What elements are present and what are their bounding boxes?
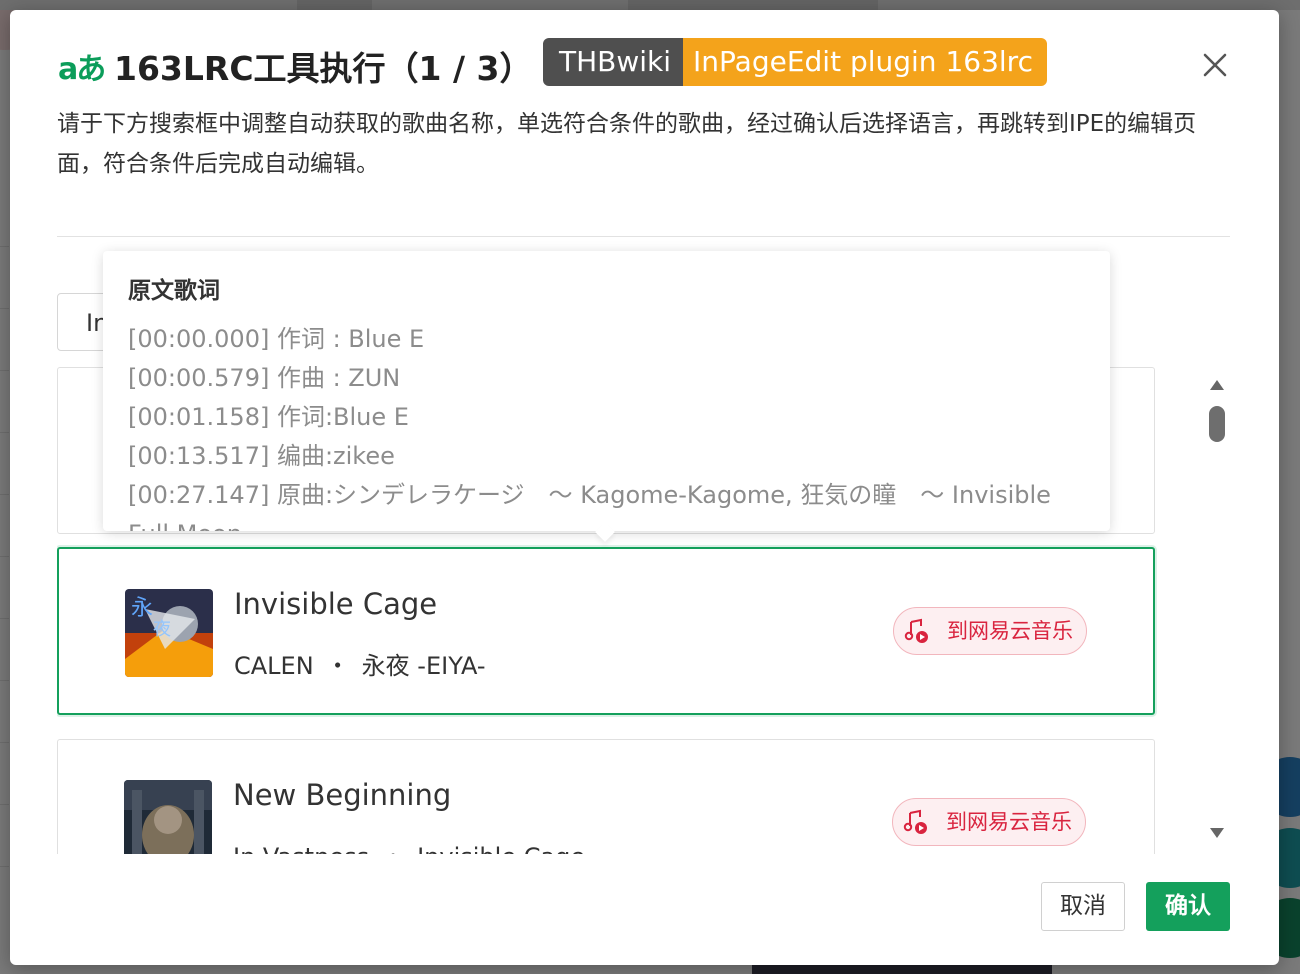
- album-cover: 永 夜: [125, 589, 213, 677]
- badge-site: THBwiki: [543, 38, 684, 86]
- lyrics-line: [00:00.579] 作曲 : ZUN: [128, 364, 401, 392]
- plugin-badge: THBwiki InPageEdit plugin 163lrc: [543, 38, 1047, 86]
- open-netease-button[interactable]: 到网易云音乐: [893, 607, 1087, 655]
- song-meta: In Vastness ・ Invisible Cage: [233, 837, 585, 854]
- divider: [57, 236, 1230, 237]
- lyrics-line: [00:00.000] 作词 : Blue E: [128, 325, 425, 353]
- dialog-title: 163LRC工具执行（1 / 3）: [114, 49, 533, 88]
- song-title: New Beginning: [233, 778, 452, 812]
- meta-separator: ・: [381, 843, 405, 854]
- scrollbar-thumb[interactable]: [1209, 406, 1225, 442]
- song-album: Invisible Cage: [417, 843, 585, 854]
- lrc-tool-dialog: aあ 163LRC工具执行（1 / 3） THBwiki InPageEdit …: [10, 10, 1279, 965]
- cancel-button[interactable]: 取消: [1041, 882, 1125, 931]
- confirm-button[interactable]: 确认: [1146, 882, 1230, 931]
- song-album: 永夜 -EIYA-: [361, 652, 486, 680]
- lyrics-lines: [00:00.000] 作词 : Blue E [00:00.579] 作曲 :…: [128, 320, 1088, 531]
- dialog-description: 请于下方搜索框中调整自动获取的歌曲名称，单选符合条件的歌曲，经过确认后选择语言，…: [57, 111, 1197, 177]
- song-artist: CALEN: [234, 652, 314, 680]
- song-title: Invisible Cage: [234, 587, 438, 621]
- close-icon: [1203, 53, 1227, 77]
- netease-link-label: 到网易云音乐: [946, 810, 1072, 834]
- open-netease-button[interactable]: 到网易云音乐: [892, 798, 1086, 846]
- lyrics-popover: 原文歌词 [00:00.000] 作词 : Blue E [00:00.579]…: [103, 251, 1110, 542]
- popover-title: 原文歌词: [128, 278, 220, 304]
- lyrics-line: [00:01.158] 作词:Blue E: [128, 403, 409, 431]
- badge-plugin: InPageEdit plugin 163lrc: [683, 38, 1047, 86]
- song-meta: CALEN ・永夜 -EIYA-: [234, 646, 486, 681]
- lyrics-line: [00:13.517] 编曲:zikee: [128, 442, 395, 470]
- scroll-up-arrow-icon[interactable]: [1208, 378, 1226, 392]
- album-cover: [124, 780, 212, 854]
- svg-text:永: 永: [131, 596, 153, 621]
- close-button[interactable]: [1198, 48, 1232, 82]
- netease-link-label: 到网易云音乐: [947, 619, 1073, 643]
- music-note-icon: [904, 618, 928, 643]
- lyrics-line: [00:27.147] 原曲:シンデレラケージ ～ Kagome-Kagome,…: [128, 481, 1051, 531]
- svg-text:夜: 夜: [153, 619, 171, 640]
- music-note-icon: [903, 809, 927, 834]
- song-card-selected[interactable]: 永 夜 Invisible Cage CALEN ・永夜 -EIYA- 到网易云音…: [57, 547, 1155, 715]
- translate-icon: aあ: [58, 52, 106, 87]
- scroll-down-arrow-icon[interactable]: [1208, 826, 1226, 840]
- song-card[interactable]: New Beginning In Vastness ・ Invisible Cage…: [57, 739, 1155, 854]
- meta-separator: ・: [325, 652, 350, 680]
- song-artist: In Vastness: [233, 843, 369, 854]
